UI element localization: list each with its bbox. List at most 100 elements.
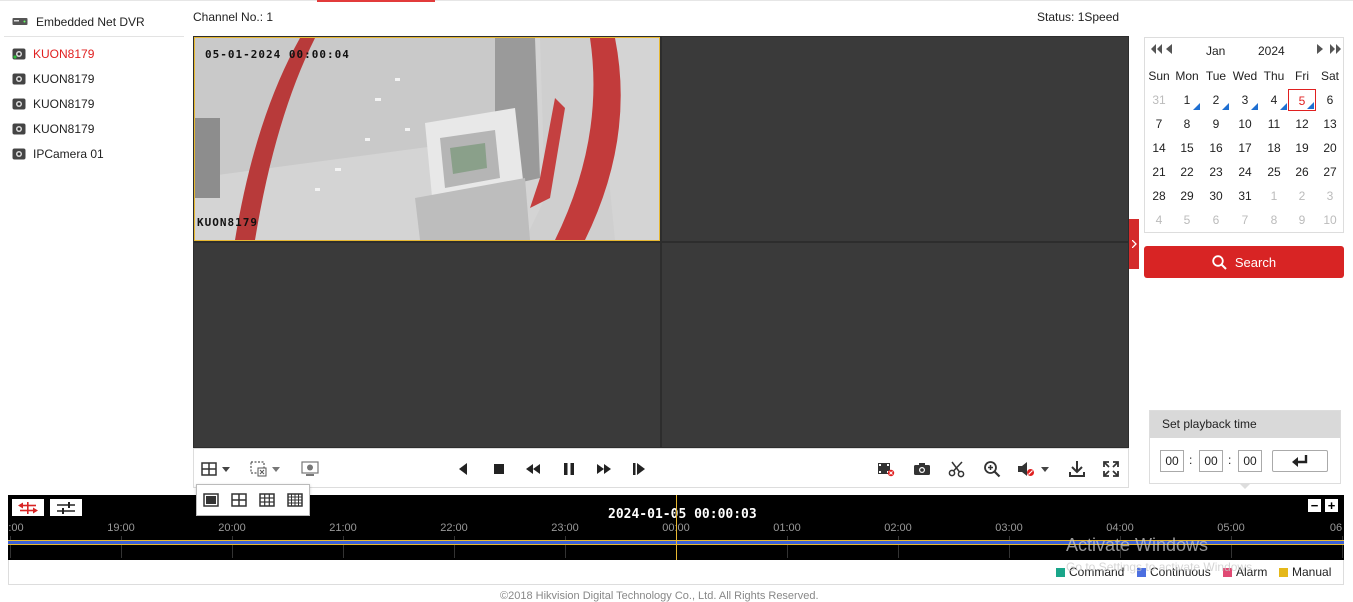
digital-zoom-button[interactable] <box>982 459 1002 479</box>
single-frame-button[interactable] <box>629 459 649 479</box>
stop-button[interactable] <box>489 459 509 479</box>
calendar-day-outside-month[interactable]: 4 <box>1145 209 1173 231</box>
download-button[interactable] <box>1067 459 1087 479</box>
calendar-day-outside-month[interactable]: 8 <box>1260 209 1288 231</box>
calendar-day[interactable]: 23 <box>1202 161 1230 183</box>
calendar-day-outside-month[interactable]: 2 <box>1288 185 1316 207</box>
hour-field[interactable]: 00 <box>1160 450 1184 472</box>
camera-item-4[interactable]: KUON8179 <box>12 118 94 140</box>
camera-item-5[interactable]: IPCamera 01 <box>12 143 104 165</box>
calendar-day[interactable]: 1 <box>1173 89 1201 111</box>
calendar-day[interactable]: 26 <box>1288 161 1316 183</box>
video-pane-4[interactable] <box>662 243 1128 447</box>
prev-month-button[interactable] <box>1166 44 1172 57</box>
layout-menu <box>196 484 310 516</box>
calendar-day[interactable]: 6 <box>1316 89 1344 111</box>
calendar-day-outside-month[interactable]: 9 <box>1288 209 1316 231</box>
calendar-day[interactable]: 17 <box>1231 137 1259 159</box>
apply-time-button[interactable] <box>1272 450 1328 472</box>
calendar-day-outside-month[interactable]: 5 <box>1173 209 1201 231</box>
calendar-day[interactable]: 13 <box>1316 113 1344 135</box>
layout-1x1-option[interactable] <box>203 492 219 508</box>
clip-button[interactable] <box>947 459 967 479</box>
calendar-day[interactable]: 14 <box>1145 137 1173 159</box>
timeline-zoom-in-button[interactable]: + <box>1325 499 1338 512</box>
stop-all-icon <box>250 461 267 477</box>
calendar-day[interactable]: 21 <box>1145 161 1173 183</box>
timeline-zoom-out-button[interactable]: − <box>1308 499 1321 512</box>
search-button[interactable]: Search <box>1144 246 1344 278</box>
calendar-day[interactable]: 9 <box>1202 113 1230 135</box>
collapse-panel-button[interactable] <box>1129 219 1139 269</box>
calendar-day[interactable]: 10 <box>1231 113 1259 135</box>
calendar-day[interactable]: 19 <box>1288 137 1316 159</box>
sync-playback-button[interactable] <box>300 459 320 479</box>
video-pane-3[interactable] <box>194 243 660 447</box>
calendar-year[interactable]: 2024 <box>1258 44 1285 58</box>
timeline-playhead[interactable] <box>676 495 677 560</box>
calendar-day[interactable]: 30 <box>1202 185 1230 207</box>
calendar-day[interactable]: 24 <box>1231 161 1259 183</box>
window-layout-button[interactable] <box>200 459 220 479</box>
capture-button[interactable] <box>912 459 932 479</box>
volume-dropdown-arrow[interactable] <box>1040 459 1050 479</box>
video-pane-2[interactable] <box>662 37 1128 241</box>
timeline-tick-label: 20:00 <box>218 522 246 534</box>
calendar-day[interactable]: 25 <box>1260 161 1288 183</box>
calendar-day-outside-month[interactable]: 31 <box>1145 89 1173 111</box>
calendar-day-outside-month[interactable]: 3 <box>1316 185 1344 207</box>
calendar-day[interactable]: 31 <box>1231 185 1259 207</box>
search-icon <box>1212 254 1227 270</box>
next-month-button[interactable] <box>1317 44 1323 57</box>
calendar-day[interactable]: 3 <box>1231 89 1259 111</box>
video-pane-1[interactable]: 05-01-2024 00:00:04 KUON8179 <box>194 37 660 241</box>
slow-forward-button[interactable] <box>523 459 543 479</box>
layout-dropdown-arrow[interactable] <box>221 459 231 479</box>
windows-activation-hint: Go to Settings to activate Windows. <box>1066 560 1256 574</box>
layout-3x3-option[interactable] <box>259 492 275 508</box>
camera-item-1[interactable]: KUON8179 <box>12 43 94 65</box>
prev-year-button[interactable] <box>1151 44 1162 57</box>
calendar-day[interactable]: 8 <box>1173 113 1201 135</box>
channel-number: Channel No.: 1 <box>193 10 274 24</box>
step-frame-icon <box>633 463 645 475</box>
calendar-month[interactable]: Jan <box>1206 44 1225 58</box>
calendar-day[interactable]: 22 <box>1173 161 1201 183</box>
camera-item-2[interactable]: KUON8179 <box>12 68 94 90</box>
calendar-day[interactable]: 2 <box>1202 89 1230 111</box>
calendar-day-outside-month[interactable]: 10 <box>1316 209 1344 231</box>
reverse-play-button[interactable] <box>453 459 473 479</box>
next-year-button[interactable] <box>1330 44 1341 57</box>
layout-4x4-option[interactable] <box>287 492 303 508</box>
second-field[interactable]: 00 <box>1238 450 1262 472</box>
audio-button[interactable] <box>1016 459 1036 479</box>
calendar-day[interactable]: 7 <box>1145 113 1173 135</box>
stop-dropdown-arrow[interactable] <box>271 459 281 479</box>
calendar-day[interactable]: 15 <box>1173 137 1201 159</box>
calendar-day[interactable]: 20 <box>1316 137 1344 159</box>
timeline-settings-button[interactable] <box>50 499 82 516</box>
calendar-day[interactable]: 16 <box>1202 137 1230 159</box>
calendar-day[interactable]: 5 <box>1288 89 1316 111</box>
calendar-day-outside-month[interactable]: 1 <box>1260 185 1288 207</box>
device-tree-root[interactable]: Embedded Net DVR <box>12 8 145 36</box>
calendar-day-outside-month[interactable]: 6 <box>1202 209 1230 231</box>
stop-all-playback-button[interactable] <box>876 459 896 479</box>
pause-button[interactable] <box>559 459 579 479</box>
fullscreen-button[interactable] <box>1101 459 1121 479</box>
playback-toolbar <box>193 448 1129 488</box>
stop-all-button[interactable] <box>249 459 269 479</box>
calendar-day[interactable]: 11 <box>1260 113 1288 135</box>
calendar-day[interactable]: 27 <box>1316 161 1344 183</box>
fast-forward-button[interactable] <box>594 459 614 479</box>
camera-item-3[interactable]: KUON8179 <box>12 93 94 115</box>
calendar-day-outside-month[interactable]: 7 <box>1231 209 1259 231</box>
minute-field[interactable]: 00 <box>1199 450 1223 472</box>
calendar-day[interactable]: 28 <box>1145 185 1173 207</box>
calendar-day[interactable]: 4 <box>1260 89 1288 111</box>
calendar-day[interactable]: 18 <box>1260 137 1288 159</box>
calendar-day[interactable]: 29 <box>1173 185 1201 207</box>
layout-2x2-option[interactable] <box>231 492 247 508</box>
calendar-day[interactable]: 12 <box>1288 113 1316 135</box>
timeline-filter-button[interactable] <box>12 499 44 516</box>
